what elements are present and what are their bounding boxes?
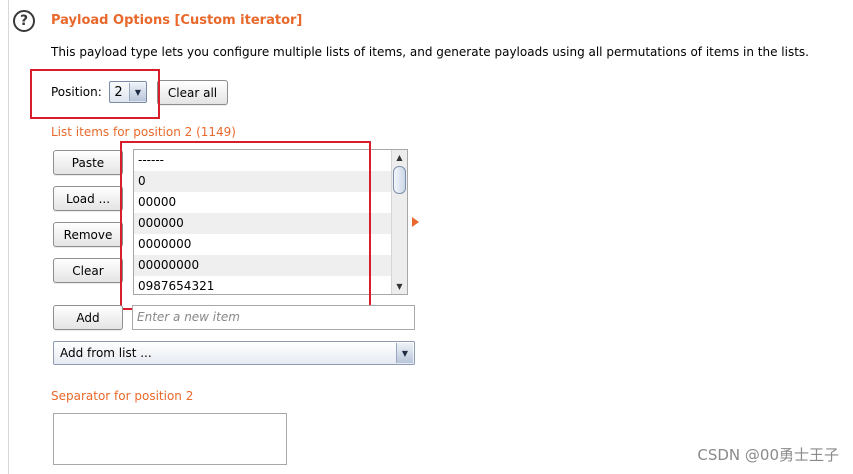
position-select-value: 2	[114, 84, 123, 100]
paste-button[interactable]: Paste	[53, 150, 123, 175]
position-label: Position:	[51, 85, 102, 99]
list-items: ------ 0 00000 000000 0000000 00000000 0…	[134, 150, 392, 294]
list-item[interactable]: 00000000	[134, 255, 392, 276]
separator-input[interactable]	[53, 413, 287, 465]
clear-all-button[interactable]: Clear all	[157, 80, 228, 105]
list-item[interactable]: 0	[134, 171, 392, 192]
clear-button[interactable]: Clear	[53, 258, 123, 283]
scrollbar-thumb[interactable]	[393, 166, 406, 194]
chevron-down-icon: ▼	[129, 83, 146, 101]
list-items-box[interactable]: ------ 0 00000 000000 0000000 00000000 0…	[133, 149, 408, 295]
new-item-input[interactable]: Enter a new item	[132, 305, 415, 330]
section-description: This payload type lets you configure mul…	[51, 45, 809, 59]
chevron-down-icon: ▼	[396, 343, 413, 363]
list-item[interactable]: 00000	[134, 192, 392, 213]
section-title: Payload Options [Custom iterator]	[51, 13, 303, 28]
panel-left-border	[8, 0, 9, 474]
separator-label: Separator for position 2	[51, 389, 194, 403]
load-button[interactable]: Load ...	[53, 186, 123, 211]
remove-button[interactable]: Remove	[53, 222, 123, 247]
list-item[interactable]: 0000000	[134, 234, 392, 255]
help-icon[interactable]: ?	[13, 10, 35, 32]
list-items-label: List items for position 2 (1149)	[51, 125, 236, 139]
position-select[interactable]: 2 ▼	[109, 81, 147, 103]
scroll-down-arrow-icon[interactable]: ▼	[392, 279, 407, 294]
expand-arrow-icon[interactable]	[412, 217, 419, 227]
add-from-list-select[interactable]: Add from list ... ▼	[53, 341, 415, 365]
list-scrollbar[interactable]: ▲ ▼	[391, 150, 407, 294]
add-button[interactable]: Add	[53, 305, 123, 330]
list-item[interactable]: 0987654321	[134, 276, 392, 294]
add-from-list-value: Add from list ...	[60, 346, 152, 360]
watermark: CSDN @00勇士王子	[697, 446, 839, 464]
list-item[interactable]: ------	[134, 150, 392, 171]
list-item[interactable]: 000000	[134, 213, 392, 234]
scroll-up-arrow-icon[interactable]: ▲	[392, 150, 407, 165]
